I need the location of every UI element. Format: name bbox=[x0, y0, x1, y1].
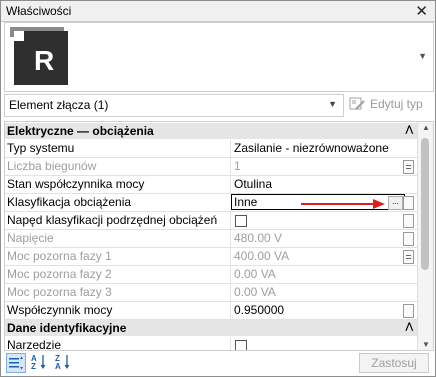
browse-button[interactable]: ... bbox=[388, 196, 403, 210]
instance-filter-dropdown[interactable]: Element złącza (1) ▼ bbox=[4, 94, 344, 117]
checkbox[interactable] bbox=[235, 340, 247, 350]
property-row-apparent-power-phase-2: Moc pozorna fazy 2 0.00 VA bbox=[5, 266, 417, 284]
sort-descending-button[interactable]: Z A bbox=[54, 353, 74, 373]
property-value-cell: 0.00 VA bbox=[230, 266, 401, 283]
associate-parameter-icon[interactable] bbox=[403, 232, 414, 246]
property-value: Zasilanie - niezrównoważone bbox=[234, 141, 389, 155]
property-row-voltage: Napięcie 480.00 V bbox=[5, 230, 417, 248]
associate-parameter-icon[interactable] bbox=[403, 250, 414, 264]
property-name: Napęd klasyfikacji podrzędnej obciążeń bbox=[7, 213, 218, 227]
property-value: 0.00 VA bbox=[234, 285, 276, 299]
property-value-cell[interactable]: 0.950000 bbox=[230, 302, 401, 319]
red-arrow-annotation bbox=[301, 199, 385, 209]
property-value-cell bbox=[230, 212, 401, 229]
property-row-system-type: Typ systemu Zasilanie - niezrównoważone bbox=[5, 140, 417, 158]
property-value-cell: 480.00 V bbox=[230, 230, 401, 247]
property-value: 0.00 VA bbox=[234, 267, 276, 281]
property-value: 0.950000 bbox=[234, 303, 285, 317]
property-name: Moc pozorna fazy 3 bbox=[7, 285, 112, 299]
sort-za-icon: Z A bbox=[55, 354, 70, 371]
property-value-cell: 1 bbox=[230, 158, 401, 175]
property-value: 480.00 V bbox=[234, 231, 283, 245]
edit-type-button[interactable]: Edytuj typ bbox=[349, 94, 433, 116]
instance-filter-label: Element złącza (1) bbox=[9, 98, 109, 112]
associate-parameter-icon[interactable] bbox=[403, 160, 414, 174]
associate-parameter-icon[interactable] bbox=[403, 304, 414, 318]
edit-type-label: Edytuj typ bbox=[370, 97, 423, 111]
property-name: Klasyfikacja obciążenia bbox=[7, 195, 132, 209]
apply-button[interactable]: Zastosuj bbox=[359, 353, 429, 373]
property-value: 400.00 VA bbox=[234, 249, 290, 263]
type-selector[interactable]: R ▼ bbox=[4, 22, 434, 92]
scroll-up-icon[interactable]: ▲ bbox=[422, 123, 430, 132]
close-icon[interactable]: ✕ bbox=[415, 2, 428, 20]
property-value-cell bbox=[230, 337, 401, 350]
categorized-view-button[interactable] bbox=[6, 353, 26, 373]
associate-parameter-icon[interactable] bbox=[403, 196, 414, 210]
section-electrical-loads[interactable]: Elektryczne — obciążenia ⋀ bbox=[5, 123, 417, 139]
bottom-toolbar: A Z Z A Zastosuj bbox=[1, 351, 435, 376]
property-name: Moc pozorna fazy 1 bbox=[7, 249, 112, 263]
type-dropdown-icon[interactable]: ▼ bbox=[418, 51, 427, 61]
property-value-cell[interactable]: Zasilanie - niezrównoważone bbox=[230, 140, 401, 157]
edit-type-icon bbox=[349, 97, 365, 110]
property-row-load-classification: Klasyfikacja obciążenia Inne ... bbox=[5, 194, 417, 212]
property-value: Inne bbox=[234, 195, 258, 209]
section-title: Dane identyfikacyjne bbox=[7, 321, 127, 335]
property-row-apparent-power-phase-1: Moc pozorna fazy 1 400.00 VA bbox=[5, 248, 417, 266]
title-bar: Właściwości ✕ bbox=[1, 1, 435, 22]
revit-logo-icon: R bbox=[10, 27, 68, 85]
revit-logo-letter: R bbox=[34, 45, 54, 76]
svg-text:Z: Z bbox=[31, 362, 36, 371]
sort-az-icon: A Z bbox=[31, 354, 46, 371]
property-name: Napięcie bbox=[7, 231, 54, 245]
property-name: Współczynnik mocy bbox=[7, 303, 113, 317]
sort-ascending-button[interactable]: A Z bbox=[30, 353, 50, 373]
categorized-icon bbox=[9, 356, 23, 370]
scroll-down-icon[interactable]: ▼ bbox=[422, 340, 430, 349]
svg-text:A: A bbox=[55, 362, 61, 371]
property-row-apparent-power-phase-3: Moc pozorna fazy 3 0.00 VA bbox=[5, 284, 417, 302]
property-row-number-of-poles: Liczba biegunów 1 bbox=[5, 158, 417, 176]
properties-panel: Właściwości ✕ R ▼ Element złącza (1) ▼ E… bbox=[0, 0, 436, 377]
associate-parameter-icon[interactable] bbox=[403, 214, 414, 228]
section-identity-data[interactable]: Dane identyfikacyjne ⋀ bbox=[5, 320, 417, 336]
property-name: Narzedzie bbox=[7, 338, 62, 351]
property-row-tool: Narzedzie bbox=[5, 337, 417, 351]
chevron-down-icon: ▼ bbox=[328, 99, 337, 109]
properties-grid: Elektryczne — obciążenia ⋀ Typ systemu Z… bbox=[4, 121, 434, 351]
property-name: Liczba biegunów bbox=[7, 159, 97, 173]
instance-filter-row: Element złącza (1) ▼ Edytuj typ bbox=[1, 92, 435, 118]
panel-title: Właściwości bbox=[6, 4, 72, 18]
property-name: Typ systemu bbox=[7, 141, 75, 155]
property-value: Otulina bbox=[234, 177, 273, 191]
collapse-icon[interactable]: ⋀ bbox=[406, 321, 413, 332]
property-row-subclassification-drive: Napęd klasyfikacji podrzędnej obciążeń bbox=[5, 212, 417, 230]
property-value-cell: 400.00 VA bbox=[230, 248, 401, 265]
property-name: Moc pozorna fazy 2 bbox=[7, 267, 112, 281]
scrollbar-thumb[interactable] bbox=[421, 138, 429, 270]
property-row-power-factor-state: Stan współczynnika mocy Otulina bbox=[5, 176, 417, 194]
property-value-cell[interactable]: Otulina bbox=[230, 176, 401, 193]
property-value: 1 bbox=[234, 159, 241, 173]
collapse-icon[interactable]: ⋀ bbox=[406, 124, 413, 135]
property-name: Stan współczynnika mocy bbox=[7, 177, 145, 191]
vertical-scrollbar[interactable]: ▲ ▼ bbox=[417, 122, 433, 350]
section-title: Elektryczne — obciążenia bbox=[7, 124, 154, 138]
property-value-cell: 0.00 VA bbox=[230, 284, 401, 301]
property-row-power-factor: Współczynnik mocy 0.950000 bbox=[5, 302, 417, 320]
checkbox[interactable] bbox=[235, 215, 247, 227]
